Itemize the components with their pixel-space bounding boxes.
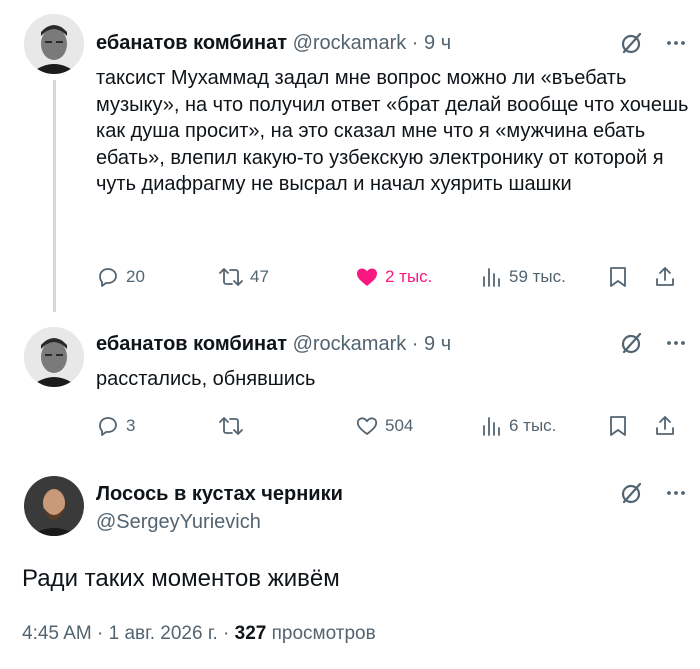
display-name[interactable]: Лосось в кустах черники (96, 481, 343, 507)
timestamp[interactable]: 9 ч (424, 32, 451, 54)
avatar[interactable] (24, 327, 84, 387)
views-icon (481, 265, 503, 289)
tweet-text: расстались, обнявшись (96, 368, 316, 390)
bookmark-button[interactable] (608, 413, 628, 439)
reply-count: 20 (126, 267, 145, 286)
like-icon (355, 265, 379, 289)
views-count: 59 тыс. (509, 267, 566, 286)
repost-button[interactable] (218, 413, 250, 439)
bookmark-icon (608, 414, 628, 438)
tweet-header: ебанатов комбинат @rockamark · 9 ч (96, 331, 451, 357)
tweet-meta: 4:45 AM · 1 авг. 2026 г. · 327 просмотро… (22, 623, 376, 645)
share-icon (653, 414, 677, 438)
more-icon[interactable] (664, 331, 688, 355)
grok-icon[interactable] (620, 331, 644, 355)
timestamp[interactable]: 9 ч (424, 333, 451, 355)
like-count: 2 тыс. (385, 267, 433, 286)
more-icon[interactable] (664, 481, 688, 505)
tweet-top-icons (620, 481, 688, 505)
reply-button[interactable]: 20 (96, 264, 145, 290)
views-button[interactable]: 6 тыс. (481, 413, 556, 439)
share-button[interactable] (653, 264, 677, 290)
views-count[interactable]: 327 (235, 623, 267, 644)
views-label: просмотров (271, 623, 376, 644)
post-time[interactable]: 4:45 AM (22, 623, 92, 644)
like-count: 504 (385, 416, 414, 435)
share-button[interactable] (653, 413, 677, 439)
action-bar: 20 47 2 тыс. 59 тыс. (96, 264, 682, 290)
thread-line (53, 80, 56, 312)
views-button[interactable]: 59 тыс. (481, 264, 566, 290)
reply-button[interactable]: 3 (96, 413, 135, 439)
share-icon (653, 265, 677, 289)
separator: · (223, 623, 230, 644)
tweet-top-icons (620, 331, 688, 355)
handle[interactable]: @rockamark (293, 32, 407, 54)
like-icon (355, 414, 379, 438)
avatar[interactable] (24, 14, 84, 74)
author-block: Лосось в кустах черники @SergeyYurievich (96, 481, 343, 535)
tweet-top-icons (620, 31, 688, 55)
tweet-text: Ради таких моментов живём (22, 565, 340, 592)
thread-tweet-2[interactable]: ебанатов комбинат @rockamark · 9 ч расст… (0, 310, 700, 460)
reply-icon (96, 414, 120, 438)
separator: · (411, 333, 419, 355)
repost-count: 47 (250, 267, 269, 286)
tweet-header: ебанатов комбинат @rockamark · 9 ч (96, 30, 451, 56)
bookmark-button[interactable] (608, 264, 628, 290)
tweet-text: таксист Мухаммад задал мне вопрос можно … (96, 67, 689, 195)
handle[interactable]: @SergeyYurievich (96, 509, 343, 535)
reply-icon (96, 265, 120, 289)
like-button[interactable]: 504 (355, 413, 413, 439)
grok-icon[interactable] (620, 31, 644, 55)
main-tweet: Лосось в кустах черники @SergeyYurievich… (0, 460, 700, 669)
display-name[interactable]: ебанатов комбинат (96, 333, 287, 355)
post-date[interactable]: 1 авг. 2026 г. (109, 623, 218, 644)
thread-tweet-1[interactable]: ебанатов комбинат @rockamark · 9 ч такси… (0, 0, 700, 312)
avatar[interactable] (24, 476, 84, 536)
action-bar: 3 504 6 тыс. (96, 413, 682, 439)
views-count: 6 тыс. (509, 416, 557, 435)
separator: · (97, 623, 104, 644)
more-icon[interactable] (664, 31, 688, 55)
like-button[interactable]: 2 тыс. (355, 264, 432, 290)
repost-icon (218, 265, 244, 289)
reply-count: 3 (126, 416, 136, 435)
display-name[interactable]: ебанатов комбинат (96, 32, 287, 54)
views-icon (481, 414, 503, 438)
bookmark-icon (608, 265, 628, 289)
repost-button[interactable]: 47 (218, 264, 269, 290)
separator: · (411, 32, 419, 54)
grok-icon[interactable] (620, 481, 644, 505)
repost-icon (218, 414, 244, 438)
handle[interactable]: @rockamark (293, 333, 407, 355)
